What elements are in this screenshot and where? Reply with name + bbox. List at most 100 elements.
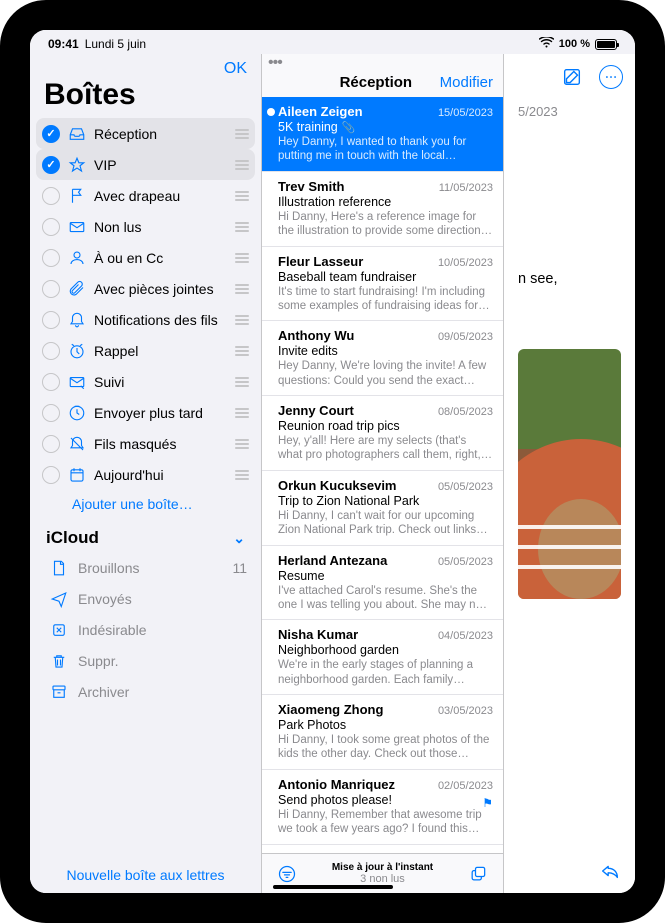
mailbox-row-flagged[interactable]: Avec drapeau bbox=[36, 180, 255, 211]
messages-scroll[interactable]: Aileen Zeigen15/05/20235K training📎Hey D… bbox=[262, 97, 503, 853]
attached-image[interactable] bbox=[518, 349, 621, 599]
mailbox-checkbox[interactable] bbox=[42, 435, 60, 453]
message-list-panel: ••• Réception Modifier Aileen Zeigen15/0… bbox=[262, 54, 504, 893]
message-preview: Hi Danny, I took some great photos of th… bbox=[278, 733, 493, 762]
mailbox-label: Suivi bbox=[94, 374, 227, 390]
message-row[interactable]: Aileen Zeigen15/05/20235K training📎Hey D… bbox=[262, 97, 503, 172]
modify-button[interactable]: Modifier bbox=[440, 74, 493, 91]
mailbox-checkbox[interactable] bbox=[42, 280, 60, 298]
mailbox-label: Rappel bbox=[94, 343, 227, 359]
followup-icon bbox=[68, 373, 86, 391]
message-subject: Park Photos bbox=[278, 718, 493, 732]
message-row[interactable]: Orkun Kucuksevim05/05/2023Trip to Zion N… bbox=[262, 471, 503, 546]
message-preview: Hey Danny, We're loving the invite! A fe… bbox=[278, 359, 493, 388]
mailbox-checkbox[interactable] bbox=[42, 249, 60, 267]
drag-handle-icon[interactable] bbox=[235, 129, 249, 139]
message-preview: Hey Danny, I wanted to thank you for put… bbox=[278, 135, 493, 164]
mailbox-checkbox[interactable] bbox=[42, 404, 60, 422]
mailbox-checkbox[interactable] bbox=[42, 125, 60, 143]
folder-row-drafts[interactable]: Brouillons11 bbox=[36, 552, 255, 583]
message-date: 08/05/2023 bbox=[438, 406, 493, 418]
mailbox-list[interactable]: Réception VIPAvec drapeauNon lusÀ ou en C… bbox=[30, 118, 261, 857]
message-subject: Send photos please! bbox=[278, 793, 493, 807]
mailbox-checkbox[interactable] bbox=[42, 342, 60, 360]
message-row[interactable]: Nisha Kumar04/05/2023Neighborhood garden… bbox=[262, 620, 503, 695]
message-date: 05/05/2023 bbox=[438, 556, 493, 568]
folder-row-trash[interactable]: Suppr. bbox=[36, 645, 255, 676]
message-subject: 5K training📎 bbox=[278, 120, 493, 134]
folder-row-archive[interactable]: Archiver bbox=[36, 676, 255, 707]
windows-icon[interactable] bbox=[467, 863, 489, 885]
mailbox-row-threadnotif[interactable]: Notifications des fils bbox=[36, 304, 255, 335]
home-indicator[interactable] bbox=[273, 885, 393, 889]
message-row[interactable]: Antonio Manriquez02/05/2023Send photos p… bbox=[262, 770, 503, 845]
message-row[interactable]: Darla Davidson29/04/2023The best vacatio… bbox=[262, 845, 503, 854]
mailbox-row-today[interactable]: Aujourd'hui bbox=[36, 459, 255, 490]
folder-row-sent[interactable]: Envoyés bbox=[36, 583, 255, 614]
message-preview: It's time to start fundraising! I'm incl… bbox=[278, 285, 493, 314]
unread-dot-icon bbox=[267, 108, 275, 116]
drag-handle-icon[interactable] bbox=[235, 377, 249, 387]
mailbox-row-sendlater[interactable]: Envoyer plus tard bbox=[36, 397, 255, 428]
message-row[interactable]: Anthony Wu09/05/2023Invite editsHey Dann… bbox=[262, 321, 503, 396]
drag-handle-icon[interactable] bbox=[235, 470, 249, 480]
threadnotif-icon bbox=[68, 311, 86, 329]
message-row[interactable]: Xiaomeng Zhong03/05/2023Park PhotosHi Da… bbox=[262, 695, 503, 770]
mailbox-label: Fils masqués bbox=[94, 436, 227, 452]
mailbox-checkbox[interactable] bbox=[42, 218, 60, 236]
mailbox-checkbox[interactable] bbox=[42, 187, 60, 205]
vip-icon bbox=[68, 156, 86, 174]
message-preview: Hi Danny, Remember that awesome trip we … bbox=[278, 808, 493, 837]
status-date: Lundi 5 juin bbox=[85, 37, 146, 51]
drag-handle-icon[interactable] bbox=[235, 191, 249, 201]
drag-handle-icon[interactable] bbox=[235, 253, 249, 263]
ok-button[interactable]: OK bbox=[224, 60, 247, 78]
mailbox-row-remind[interactable]: Rappel bbox=[36, 335, 255, 366]
mailbox-row-followup[interactable]: Suivi bbox=[36, 366, 255, 397]
drag-handle-icon[interactable] bbox=[235, 160, 249, 170]
drag-handle-icon[interactable] bbox=[235, 315, 249, 325]
message-row[interactable]: Trev Smith11/05/2023Illustration referen… bbox=[262, 172, 503, 247]
muted-icon bbox=[68, 435, 86, 453]
reply-icon[interactable] bbox=[599, 860, 621, 887]
mailbox-row-vip[interactable]: VIP bbox=[36, 149, 255, 180]
message-sender: Trev Smith bbox=[278, 179, 344, 194]
mailbox-label: Réception bbox=[94, 126, 227, 142]
mailbox-checkbox[interactable] bbox=[42, 311, 60, 329]
list-title: Réception bbox=[312, 74, 440, 91]
drag-handle-icon[interactable] bbox=[235, 408, 249, 418]
add-mailbox-link[interactable]: Ajouter une boîte… bbox=[36, 490, 255, 520]
mailbox-row-tocc[interactable]: À ou en Cc bbox=[36, 242, 255, 273]
message-date: 03/05/2023 bbox=[438, 705, 493, 717]
mailbox-row-inbox[interactable]: Réception bbox=[36, 118, 255, 149]
drafts-icon bbox=[50, 559, 68, 577]
account-name: iCloud bbox=[46, 528, 99, 548]
message-subject: Reunion road trip pics bbox=[278, 419, 493, 433]
message-date: 10/05/2023 bbox=[438, 257, 493, 269]
sidebar-title: Boîtes bbox=[30, 78, 261, 118]
account-section-header[interactable]: iCloud ⌄ bbox=[36, 520, 255, 552]
message-row[interactable]: Fleur Lasseur10/05/2023Baseball team fun… bbox=[262, 247, 503, 322]
drag-handle-icon[interactable] bbox=[235, 439, 249, 449]
sendlater-icon bbox=[68, 404, 86, 422]
mailbox-checkbox[interactable] bbox=[42, 466, 60, 484]
new-mailbox-button[interactable]: Nouvelle boîte aux lettres bbox=[30, 857, 261, 893]
message-row[interactable]: Herland Antezana05/05/2023ResumeI've att… bbox=[262, 546, 503, 621]
message-row[interactable]: Jenny Court08/05/2023Reunion road trip p… bbox=[262, 396, 503, 471]
drag-handle-icon[interactable] bbox=[235, 346, 249, 356]
message-sender: Herland Antezana bbox=[278, 553, 387, 568]
filter-icon[interactable] bbox=[276, 863, 298, 885]
drag-handle-icon[interactable] bbox=[235, 284, 249, 294]
message-preview: Hey, y'all! Here are my selects (that's … bbox=[278, 434, 493, 463]
drag-handle-icon[interactable] bbox=[235, 222, 249, 232]
message-subject: Resume bbox=[278, 569, 493, 583]
mailbox-row-unread[interactable]: Non lus bbox=[36, 211, 255, 242]
more-actions-icon[interactable] bbox=[599, 65, 623, 89]
mailbox-checkbox[interactable] bbox=[42, 373, 60, 391]
message-date: 02/05/2023 bbox=[438, 780, 493, 792]
mailbox-checkbox[interactable] bbox=[42, 156, 60, 174]
mailbox-row-muted[interactable]: Fils masqués bbox=[36, 428, 255, 459]
mailbox-row-attachments[interactable]: Avec pièces jointes bbox=[36, 273, 255, 304]
compose-icon[interactable] bbox=[559, 64, 585, 90]
folder-row-junk[interactable]: Indésirable bbox=[36, 614, 255, 645]
